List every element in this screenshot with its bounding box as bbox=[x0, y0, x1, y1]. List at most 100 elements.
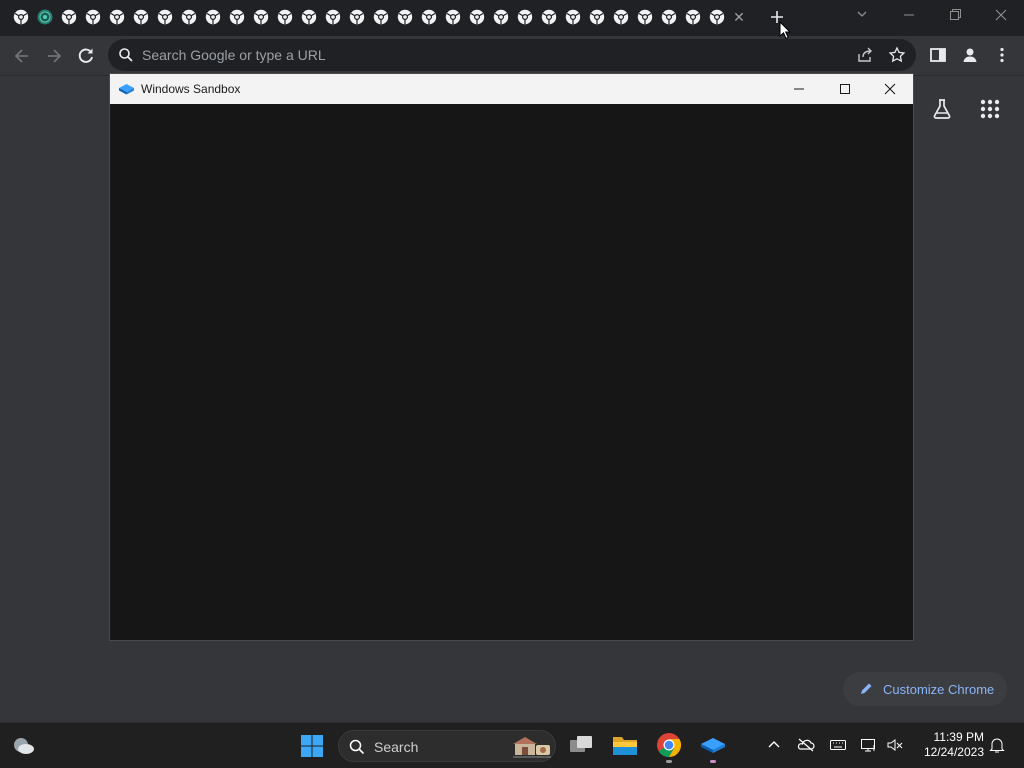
search-icon bbox=[118, 47, 134, 63]
chrome-tab-icon[interactable] bbox=[13, 9, 29, 25]
chrome-tab-icon[interactable] bbox=[661, 9, 677, 25]
tab-strip: ✕ bbox=[0, 0, 1024, 36]
omnibox-placeholder: Search Google or type a URL bbox=[142, 47, 326, 63]
omnibox[interactable]: Search Google or type a URL bbox=[108, 39, 916, 71]
share-icon bbox=[858, 47, 872, 62]
labs-icon bbox=[933, 99, 951, 119]
google-apps-button[interactable] bbox=[978, 97, 1002, 121]
notifications-button[interactable] bbox=[988, 736, 1006, 754]
minimize-icon bbox=[904, 14, 914, 16]
chrome-tab-icon[interactable] bbox=[565, 9, 581, 25]
windows-sandbox-window: Windows Sandbox bbox=[109, 73, 914, 641]
windows-taskbar: Search 11:39 PM 12/24/2023 bbox=[0, 722, 1024, 768]
onedrive-button[interactable] bbox=[797, 736, 815, 754]
chrome-app-icon bbox=[657, 733, 682, 757]
chrome-tab-icon[interactable] bbox=[709, 9, 725, 25]
chrome-tab-icon[interactable] bbox=[469, 9, 485, 25]
chrome-tab-icon[interactable] bbox=[205, 9, 221, 25]
sandbox-running-indicator bbox=[710, 760, 716, 763]
close-icon bbox=[995, 9, 1007, 21]
chrome-tab-icon[interactable] bbox=[181, 9, 197, 25]
chrome-tab-icon[interactable] bbox=[133, 9, 149, 25]
chrome-tab-icon[interactable] bbox=[349, 9, 365, 25]
chrome-tab-icon[interactable] bbox=[61, 9, 77, 25]
chrome-tab-icon[interactable] bbox=[493, 9, 509, 25]
chrome-tab-icon[interactable] bbox=[253, 9, 269, 25]
forward-button[interactable] bbox=[42, 44, 66, 68]
tab-search-button[interactable] bbox=[842, 4, 882, 26]
taskbar-clock[interactable]: 11:39 PM 12/24/2023 bbox=[916, 730, 984, 760]
sandbox-taskbar-button[interactable] bbox=[700, 732, 726, 758]
keyboard-icon bbox=[830, 740, 846, 750]
sandbox-app-icon bbox=[701, 738, 725, 753]
chrome-tab-icon[interactable] bbox=[517, 9, 533, 25]
reload-button[interactable] bbox=[74, 44, 98, 68]
chrome-tab-icon[interactable] bbox=[421, 9, 437, 25]
side-panel-button[interactable] bbox=[928, 45, 948, 65]
taskbar-search-box[interactable]: Search bbox=[338, 730, 556, 762]
network-button[interactable] bbox=[860, 736, 878, 754]
share-button[interactable] bbox=[856, 46, 874, 64]
chrome-tab-icon[interactable] bbox=[589, 9, 605, 25]
chrome-tab-icon[interactable] bbox=[109, 9, 125, 25]
chrome-tab-icon[interactable] bbox=[637, 9, 653, 25]
search-highlight-illustration bbox=[511, 733, 553, 759]
minimize-icon bbox=[794, 88, 804, 90]
sandbox-maximize-button[interactable] bbox=[822, 74, 868, 104]
browser-minimize-button[interactable] bbox=[889, 4, 929, 26]
profile-icon bbox=[963, 48, 977, 62]
chrome-tab-icon[interactable] bbox=[397, 9, 413, 25]
chrome-tab-icon[interactable] bbox=[541, 9, 557, 25]
customize-chrome-label: Customize Chrome bbox=[883, 682, 995, 697]
tab-favicon-active[interactable] bbox=[37, 9, 53, 25]
chrome-tab-icon[interactable] bbox=[277, 9, 293, 25]
start-button[interactable] bbox=[300, 734, 324, 758]
browser-toolbar: Search Google or type a URL bbox=[0, 36, 1024, 76]
chevron-up-icon bbox=[768, 741, 780, 748]
touch-keyboard-button[interactable] bbox=[829, 736, 847, 754]
file-explorer-button[interactable] bbox=[612, 732, 638, 758]
chrome-tab-icon[interactable] bbox=[445, 9, 461, 25]
chrome-taskbar-button[interactable] bbox=[656, 732, 682, 758]
bookmark-star-icon bbox=[888, 46, 906, 63]
pencil-icon bbox=[859, 682, 873, 696]
clock-date: 12/24/2023 bbox=[923, 745, 984, 759]
apps-grid-icon bbox=[980, 99, 1000, 119]
chrome-tab-icon[interactable] bbox=[613, 9, 629, 25]
profile-button[interactable] bbox=[960, 45, 980, 65]
clock-time: 11:39 PM bbox=[933, 730, 984, 744]
browser-close-button[interactable] bbox=[981, 4, 1021, 26]
sandbox-title-bar[interactable]: Windows Sandbox bbox=[110, 74, 913, 104]
chrome-tab-icon[interactable] bbox=[301, 9, 317, 25]
back-button[interactable] bbox=[10, 44, 34, 68]
labs-button[interactable] bbox=[930, 97, 954, 121]
sandbox-close-button[interactable] bbox=[867, 74, 913, 104]
weather-icon[interactable] bbox=[12, 734, 36, 756]
task-view-button[interactable] bbox=[568, 732, 594, 758]
volume-button[interactable] bbox=[886, 736, 904, 754]
chrome-tab-icon[interactable] bbox=[157, 9, 173, 25]
chrome-tab-icon[interactable] bbox=[229, 9, 245, 25]
onedrive-icon bbox=[797, 738, 815, 752]
chrome-tab-icon[interactable] bbox=[685, 9, 701, 25]
menu-icon bbox=[1000, 47, 1004, 63]
sandbox-minimize-button[interactable] bbox=[776, 74, 822, 104]
chrome-tab-icon[interactable] bbox=[373, 9, 389, 25]
file-explorer-icon bbox=[613, 737, 637, 755]
show-hidden-icons-button[interactable] bbox=[765, 736, 783, 754]
chrome-tab-icon[interactable] bbox=[325, 9, 341, 25]
chrome-menu-button[interactable] bbox=[992, 45, 1012, 65]
tab-close-icon[interactable]: ✕ bbox=[730, 8, 748, 26]
close-icon bbox=[884, 83, 896, 95]
search-icon bbox=[349, 739, 365, 755]
reload-icon bbox=[78, 48, 93, 63]
forward-icon bbox=[48, 49, 62, 63]
restore-icon bbox=[950, 9, 961, 20]
taskbar-search-label: Search bbox=[374, 739, 419, 755]
chrome-tab-icon[interactable] bbox=[85, 9, 101, 25]
bookmark-star-button[interactable] bbox=[888, 46, 906, 64]
customize-chrome-button[interactable]: Customize Chrome bbox=[843, 672, 1007, 706]
browser-restore-button[interactable] bbox=[935, 4, 975, 26]
sandbox-content-area[interactable] bbox=[110, 104, 913, 640]
back-icon bbox=[14, 49, 28, 63]
